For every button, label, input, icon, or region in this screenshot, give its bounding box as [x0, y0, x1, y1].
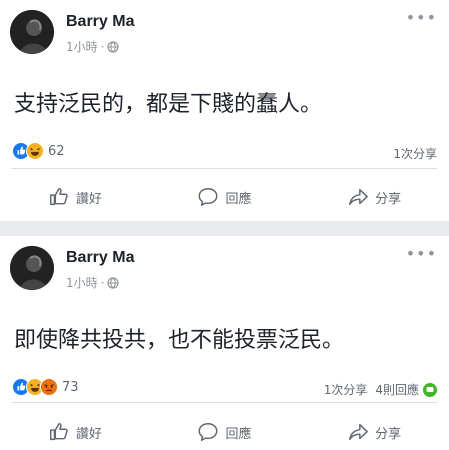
avatar[interactable] [10, 10, 54, 54]
like-label: 讚好 [75, 426, 102, 442]
post-stats: 1次分享 [393, 145, 437, 162]
share-label: 分享 [375, 191, 402, 207]
reaction-summary[interactable]: 62 [12, 142, 65, 160]
comment-button[interactable]: 回應 [197, 186, 251, 208]
like-label: 讚好 [75, 191, 102, 207]
post-stats: 1次分享 4則回應 [324, 381, 437, 398]
avatar-image [10, 246, 54, 290]
post-card: Barry Ma 1小時 · ••• 支持泛民的，都是下賤的蠢人。 62 1次分… [0, 0, 449, 221]
post-time[interactable]: 1小時 [66, 38, 98, 55]
action-bar: 讚好 回應 分享 [0, 421, 449, 443]
thumbs-up-icon [49, 423, 68, 441]
reaction-count: 62 [48, 143, 65, 159]
share-button[interactable]: 分享 [347, 186, 401, 208]
comment-bubble-icon [423, 382, 437, 397]
post-text: 支持泛民的，都是下賤的蠢人。 [14, 92, 323, 117]
post-meta: 1小時 · [66, 38, 120, 55]
comment-label: 回應 [225, 426, 252, 442]
author-name[interactable]: Barry Ma [66, 13, 134, 31]
globe-icon [107, 40, 120, 53]
post-meta: 1小時 · [66, 274, 120, 291]
meta-separator: · [100, 275, 105, 290]
speech-bubble-icon [199, 423, 218, 441]
avatar-image [10, 10, 54, 54]
more-dots-icon[interactable]: ••• [406, 10, 437, 26]
like-button[interactable]: 讚好 [48, 421, 102, 443]
divider [12, 402, 437, 403]
reaction-count: 73 [62, 379, 79, 395]
angry-reaction-icon [40, 378, 58, 396]
action-bar: 讚好 回應 分享 [0, 186, 449, 208]
divider [12, 168, 437, 169]
globe-icon [107, 276, 120, 289]
thumbs-up-icon [49, 188, 68, 206]
haha-reaction-icon [26, 142, 44, 160]
post-time[interactable]: 1小時 [66, 274, 98, 291]
share-arrow-icon [349, 423, 369, 441]
share-button[interactable]: 分享 [347, 421, 401, 443]
comment-label: 回應 [225, 191, 252, 207]
share-count[interactable]: 1次分享 [324, 381, 368, 398]
comment-count[interactable]: 4則回應 [375, 381, 419, 398]
share-label: 分享 [375, 426, 402, 442]
share-arrow-icon [349, 188, 369, 206]
speech-bubble-icon [199, 188, 218, 206]
post-card: Barry Ma 1小時 · ••• 即使降共投共，也不能投票泛民。 73 1次… [0, 236, 449, 450]
avatar[interactable] [10, 246, 54, 290]
author-name[interactable]: Barry Ma [66, 249, 134, 267]
more-dots-icon[interactable]: ••• [406, 246, 437, 262]
post-text: 即使降共投共，也不能投票泛民。 [14, 328, 345, 353]
comment-button[interactable]: 回應 [197, 421, 251, 443]
reaction-summary[interactable]: 73 [12, 378, 79, 396]
meta-separator: · [100, 39, 105, 54]
like-button[interactable]: 讚好 [48, 186, 102, 208]
share-count[interactable]: 1次分享 [393, 145, 437, 162]
